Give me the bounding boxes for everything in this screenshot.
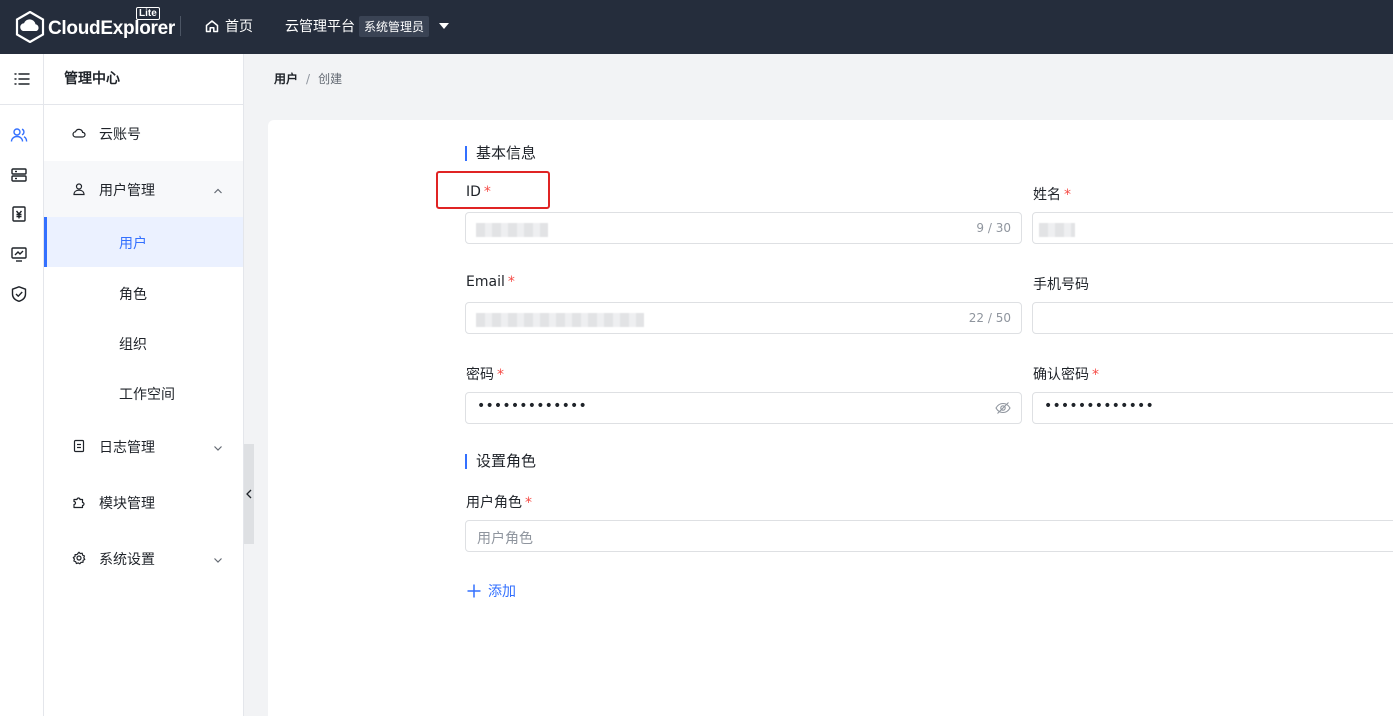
required-mark: * xyxy=(497,367,504,383)
user-role-select[interactable]: 用户角色 xyxy=(465,520,1393,552)
password-label: 密码 * xyxy=(466,367,504,383)
menu-item-user[interactable]: 用户 xyxy=(44,217,243,267)
required-mark: * xyxy=(525,495,532,511)
annotation-highlight-box xyxy=(436,171,550,209)
name-input[interactable] xyxy=(1032,212,1393,244)
logo-text: CloudExplorer xyxy=(48,18,176,39)
menu-item-log-mgmt[interactable]: 日志管理 xyxy=(44,424,243,468)
menu-title: 管理中心 xyxy=(44,54,243,105)
menu-label-user-mgmt: 用户管理 xyxy=(99,183,155,199)
menu-item-role[interactable]: 角色 xyxy=(44,267,243,317)
phone-label: 手机号码 xyxy=(1033,277,1089,293)
logo-lite-badge: Lite xyxy=(136,7,160,20)
section-title-role: 设置角色 xyxy=(465,454,536,469)
menu-label-log-mgmt: 日志管理 xyxy=(99,440,155,456)
gear-icon xyxy=(72,551,86,565)
home-label: 首页 xyxy=(225,19,253,35)
chevron-down-icon xyxy=(213,553,223,563)
required-mark: * xyxy=(1092,367,1099,383)
user-role-label: 用户角色 * xyxy=(466,495,532,511)
redacted-value xyxy=(476,223,548,237)
phone-input[interactable] xyxy=(1032,302,1393,334)
menu-item-user-mgmt[interactable]: 用户管理 xyxy=(44,161,243,217)
confirm-password-value: ••••••••••••• xyxy=(1044,398,1154,414)
menu-label-system-settings: 系统设置 xyxy=(99,552,155,568)
required-mark: * xyxy=(1064,187,1071,203)
redacted-value xyxy=(1039,223,1075,237)
menu-item-workspace[interactable]: 工作空间 xyxy=(44,367,243,417)
document-icon xyxy=(72,439,86,453)
role-badge[interactable]: 系统管理员 xyxy=(359,15,430,37)
side-menu: 管理中心 云账号 用户管理 用户 角色 组织 工作空间 日志管理 模块管理 系统… xyxy=(44,54,244,716)
icon-rail xyxy=(0,54,44,716)
bill-icon[interactable] xyxy=(9,204,29,224)
header-divider xyxy=(180,16,181,36)
breadcrumb-separator: / xyxy=(306,71,311,86)
menu-item-org[interactable]: 组织 xyxy=(44,317,243,367)
monitor-icon[interactable] xyxy=(9,244,29,264)
password-value: ••••••••••••• xyxy=(477,398,587,414)
top-navbar: CloudExplorer Lite 首页 云管理平台 系统管理员 xyxy=(0,0,1393,54)
sidebar-collapse-handle[interactable] xyxy=(244,444,254,544)
menu-label-workspace: 工作空间 xyxy=(119,387,175,403)
confirm-password-input[interactable]: ••••••••••••• xyxy=(1032,392,1393,424)
chevron-up-icon xyxy=(213,184,223,194)
menu-list-icon xyxy=(13,73,30,85)
shield-icon[interactable] xyxy=(9,284,29,304)
cloud-logo-icon xyxy=(15,11,45,43)
redacted-value xyxy=(476,313,644,327)
menu-label-role: 角色 xyxy=(119,287,147,303)
menu-item-system-settings[interactable]: 系统设置 xyxy=(44,536,243,580)
add-role-label: 添加 xyxy=(488,584,516,600)
puzzle-icon xyxy=(72,495,86,509)
chevron-down-icon xyxy=(213,441,223,451)
breadcrumb: 用户 / 创建 xyxy=(274,70,342,87)
caret-down-icon[interactable] xyxy=(439,23,450,29)
email-char-counter: 22 / 50 xyxy=(968,311,1011,325)
plus-icon xyxy=(467,584,481,598)
id-input[interactable]: 9 / 30 xyxy=(465,212,1022,244)
user-icon xyxy=(72,182,86,196)
cloud-icon xyxy=(72,126,86,140)
eye-hidden-icon[interactable] xyxy=(995,401,1011,415)
home-icon xyxy=(205,20,219,33)
rail-menu-toggle[interactable] xyxy=(0,54,43,105)
users-icon[interactable] xyxy=(9,125,29,145)
platform-label: 云管理平台 xyxy=(285,19,355,35)
name-label: 姓名 * xyxy=(1033,187,1071,203)
confirm-password-label: 确认密码 * xyxy=(1033,367,1099,383)
add-role-button[interactable]: 添加 xyxy=(466,581,516,601)
menu-label-cloud-account: 云账号 xyxy=(99,127,141,143)
id-char-counter: 9 / 30 xyxy=(976,221,1011,235)
chevron-left-icon xyxy=(246,489,252,499)
breadcrumb-user[interactable]: 用户 xyxy=(274,70,298,87)
menu-label-org: 组织 xyxy=(119,337,147,353)
password-input[interactable]: ••••••••••••• xyxy=(465,392,1022,424)
email-input[interactable]: 22 / 50 xyxy=(465,302,1022,334)
email-label: Email * xyxy=(466,274,515,290)
server-icon[interactable] xyxy=(9,165,29,185)
menu-item-cloud-account[interactable]: 云账号 xyxy=(44,111,243,155)
section-title-basic: 基本信息 xyxy=(465,146,536,161)
menu-label-user: 用户 xyxy=(119,236,147,252)
app-logo[interactable]: CloudExplorer Lite xyxy=(14,7,175,46)
menu-item-module-mgmt[interactable]: 模块管理 xyxy=(44,480,243,524)
platform-switcher[interactable]: 云管理平台 系统管理员 xyxy=(285,14,450,38)
menu-label-module-mgmt: 模块管理 xyxy=(99,496,155,512)
home-link[interactable]: 首页 xyxy=(204,16,253,36)
required-mark: * xyxy=(507,274,515,290)
user-role-placeholder: 用户角色 xyxy=(477,531,533,547)
breadcrumb-create: 创建 xyxy=(318,72,343,86)
